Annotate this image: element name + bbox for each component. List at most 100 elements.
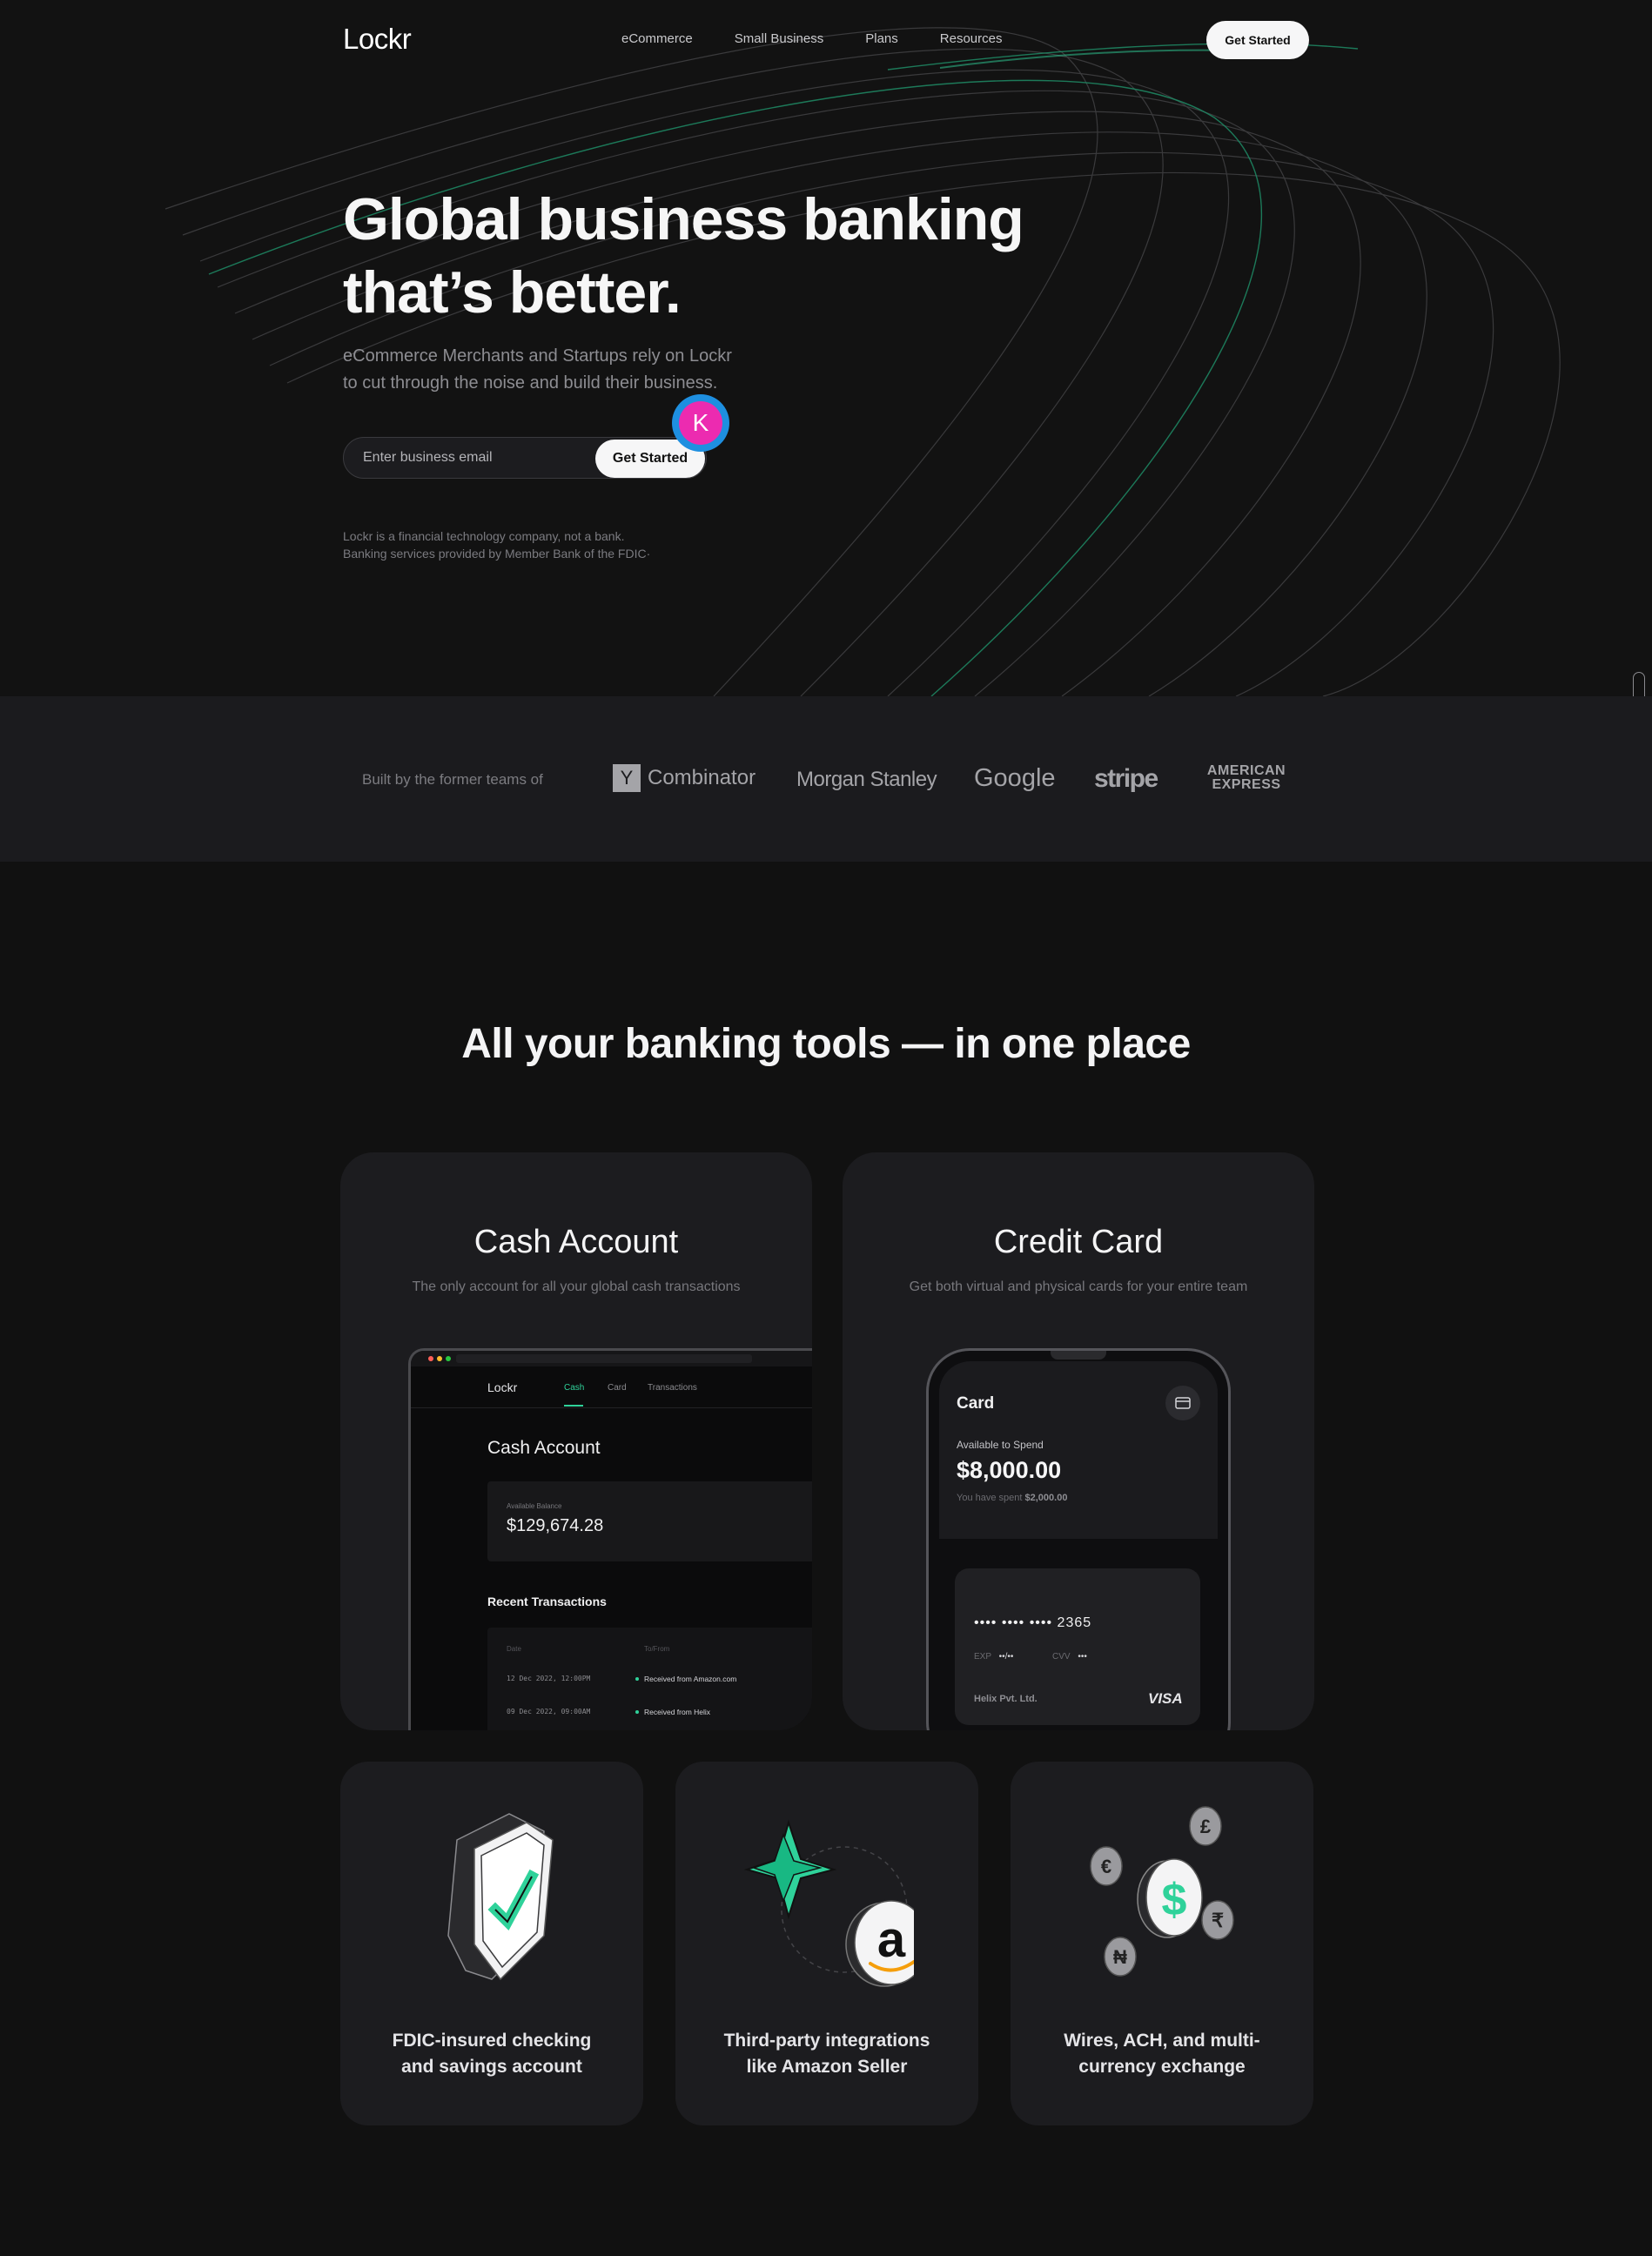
disclaimer-line-1: Lockr is a financial technology company,… <box>343 529 625 543</box>
app-nav: Lockr Cash Card Transactions <box>411 1366 812 1408</box>
credit-card-card[interactable]: Credit Card Get both virtual and physica… <box>843 1152 1314 1730</box>
phone-notch <box>1051 1351 1106 1360</box>
phone-card-title: Card <box>957 1394 995 1413</box>
currency-coins-icon: $ € £ ₹ ₦ <box>1090 1806 1234 1977</box>
card-number: •••• •••• •••• 2365 <box>974 1615 1092 1630</box>
spent-prefix: You have spent <box>957 1493 1023 1503</box>
recent-transactions-heading: Recent Transactions <box>487 1595 607 1608</box>
app-cash-heading: Cash Account <box>487 1438 601 1458</box>
coin-pound-symbol: £ <box>1200 1816 1212 1837</box>
spent-summary: You have spent $2,000.00 <box>957 1493 1067 1503</box>
tx-description: Received from Amazon.com <box>644 1675 737 1683</box>
amazon-mark: a <box>877 1911 906 1968</box>
yc-wordmark: Combinator <box>648 766 756 789</box>
app-tab-cash: Cash <box>564 1383 585 1393</box>
american-express-logo: AMERICAN EXPRESS <box>1201 764 1292 792</box>
feature-wires-text: Wires, ACH, and multi- currency exchange <box>1028 2028 1296 2080</box>
exp-label: EXP <box>974 1652 991 1662</box>
y-combinator-logo: Y Combinator <box>613 764 755 792</box>
nav-get-started-button[interactable]: Get Started <box>1206 21 1309 59</box>
coin-naira-symbol: ₦ <box>1113 1946 1127 1968</box>
nav-link-small-business[interactable]: Small Business <box>735 31 824 46</box>
feature-wires-line-1: Wires, ACH, and multi- <box>1064 2031 1260 2051</box>
feature-integrations-line-1: Third-party integrations <box>723 2031 930 2051</box>
window-close-dot <box>428 1356 433 1361</box>
feature-card-wires[interactable]: $ € £ ₹ ₦ Wires, ACH, and multi- currenc… <box>1011 1762 1313 2125</box>
shield-check-icon <box>447 1813 554 1981</box>
card-holder: Helix Pvt. Ltd. <box>974 1694 1038 1704</box>
browser-bar <box>411 1351 812 1366</box>
card-cvv: CVV ••• <box>1052 1652 1087 1662</box>
cash-account-card[interactable]: Cash Account The only account for all yo… <box>340 1152 812 1730</box>
available-to-spend-label: Available to Spend <box>957 1439 1044 1451</box>
feature-wires-line-2: currency exchange <box>1078 2057 1246 2077</box>
credit-card-subtitle: Get both virtual and physical cards for … <box>909 1279 1248 1294</box>
feature-card-fdic[interactable]: FDIC-insured checking and savings accoun… <box>340 1762 643 2125</box>
amex-line-1: AMERICAN <box>1206 763 1286 778</box>
transactions-table: Date To/From 12 Dec 2022, 12:00PM Receiv… <box>487 1628 812 1730</box>
amazon-integration-icon: a <box>743 1819 914 1987</box>
feature-fdic-line-2: and savings account <box>401 2057 582 2077</box>
cvv-label: CVV <box>1052 1652 1071 1662</box>
window-zoom-dot <box>446 1356 451 1361</box>
hero-subtitle-line-1: eCommerce Merchants and Startups rely on… <box>343 346 732 366</box>
yc-mark: Y <box>613 764 641 792</box>
phone-summary-panel: Card Available to Spend $8,000.00 You ha… <box>939 1361 1218 1539</box>
cash-card-subtitle: The only account for all your global cas… <box>412 1279 741 1294</box>
disclaimer-line-2: Banking services provided by Member Bank… <box>343 547 651 561</box>
cvv-value: ••• <box>1078 1652 1087 1662</box>
coin-dollar-symbol: $ <box>1162 1875 1187 1925</box>
hero-title-line-1: Global business banking <box>343 186 1024 252</box>
credit-card-title: Credit Card <box>993 1224 1164 1260</box>
morgan-stanley-logo: Morgan Stanley <box>796 768 937 791</box>
brand-logo[interactable]: Lockr <box>343 23 412 56</box>
browser-url-bar <box>456 1354 752 1363</box>
spent-amount: $2,000.00 <box>1024 1493 1068 1503</box>
nav-link-plans[interactable]: Plans <box>865 31 898 46</box>
feature-integrations-line-2: like Amazon Seller <box>746 2057 908 2077</box>
tx-date: 12 Dec 2022, 12:00PM <box>507 1675 591 1682</box>
window-minimize-dot <box>437 1356 442 1361</box>
coin-rupee-symbol: ₹ <box>1212 1910 1224 1931</box>
hero-subtitle-line-2: to cut through the noise and build their… <box>343 373 718 393</box>
feature-card-integrations[interactable]: a Third-party integrations like Amazon S… <box>675 1762 978 2125</box>
virtual-card: •••• •••• •••• 2365 EXP ••/•• CVV ••• He… <box>955 1568 1200 1725</box>
hero-subtitle: eCommerce Merchants and Startups rely on… <box>343 343 796 397</box>
google-logo: Google <box>974 764 1056 792</box>
former-teams-logo-bar: Built by the former teams of Y Combinato… <box>0 696 1652 862</box>
top-nav: Lockr eCommerce Small Business Plans Res… <box>0 0 1652 80</box>
hero-section: Lockr eCommerce Small Business Plans Res… <box>0 0 1652 696</box>
hero-title: Global business banking that’s better. <box>343 183 1057 329</box>
app-logo: Lockr <box>487 1380 518 1394</box>
visa-logo: VISA <box>1148 1690 1183 1707</box>
app-tab-card: Card <box>608 1383 627 1393</box>
tx-col-to-from: To/From <box>644 1645 670 1653</box>
app-tab-transactions: Transactions <box>648 1383 697 1393</box>
feature-integrations-text: Third-party integrations like Amazon Sel… <box>693 2028 961 2080</box>
cash-card-title: Cash Account <box>473 1224 679 1260</box>
feature-fdic-line-1: FDIC-insured checking <box>392 2031 592 2051</box>
tools-section-title: All your banking tools — in one place <box>461 1021 1191 1067</box>
available-amount: $8,000.00 <box>957 1457 1062 1483</box>
chat-avatar[interactable]: K <box>672 394 729 452</box>
nav-link-resources[interactable]: Resources <box>940 31 1003 46</box>
phone-mockup: Card Available to Spend $8,000.00 You ha… <box>926 1348 1231 1730</box>
stripe-logo: stripe <box>1094 764 1158 793</box>
email-signup-form: Get Started <box>343 437 707 479</box>
nav-links: eCommerce Small Business Plans Resources <box>621 31 1002 46</box>
hero-decorative-curves <box>165 27 1561 696</box>
legal-disclaimer: Lockr is a financial technology company,… <box>343 527 674 562</box>
amex-line-2: EXPRESS <box>1212 777 1281 792</box>
tx-status-dot <box>635 1677 639 1681</box>
nav-link-ecommerce[interactable]: eCommerce <box>621 31 693 46</box>
active-tab-underline <box>564 1405 583 1407</box>
balance-value: $129,674.28 <box>507 1516 604 1535</box>
laptop-mockup: Lockr Cash Card Transactions Cash Accoun… <box>408 1348 812 1730</box>
card-icon <box>1165 1386 1200 1420</box>
card-expiry: EXP ••/•• <box>974 1652 1013 1662</box>
balance-label: Available Balance <box>507 1502 562 1510</box>
exp-value: ••/•• <box>998 1652 1014 1662</box>
business-email-input[interactable] <box>363 438 581 478</box>
tx-col-date: Date <box>507 1645 521 1653</box>
tx-date: 09 Dec 2022, 09:00AM <box>507 1708 591 1716</box>
